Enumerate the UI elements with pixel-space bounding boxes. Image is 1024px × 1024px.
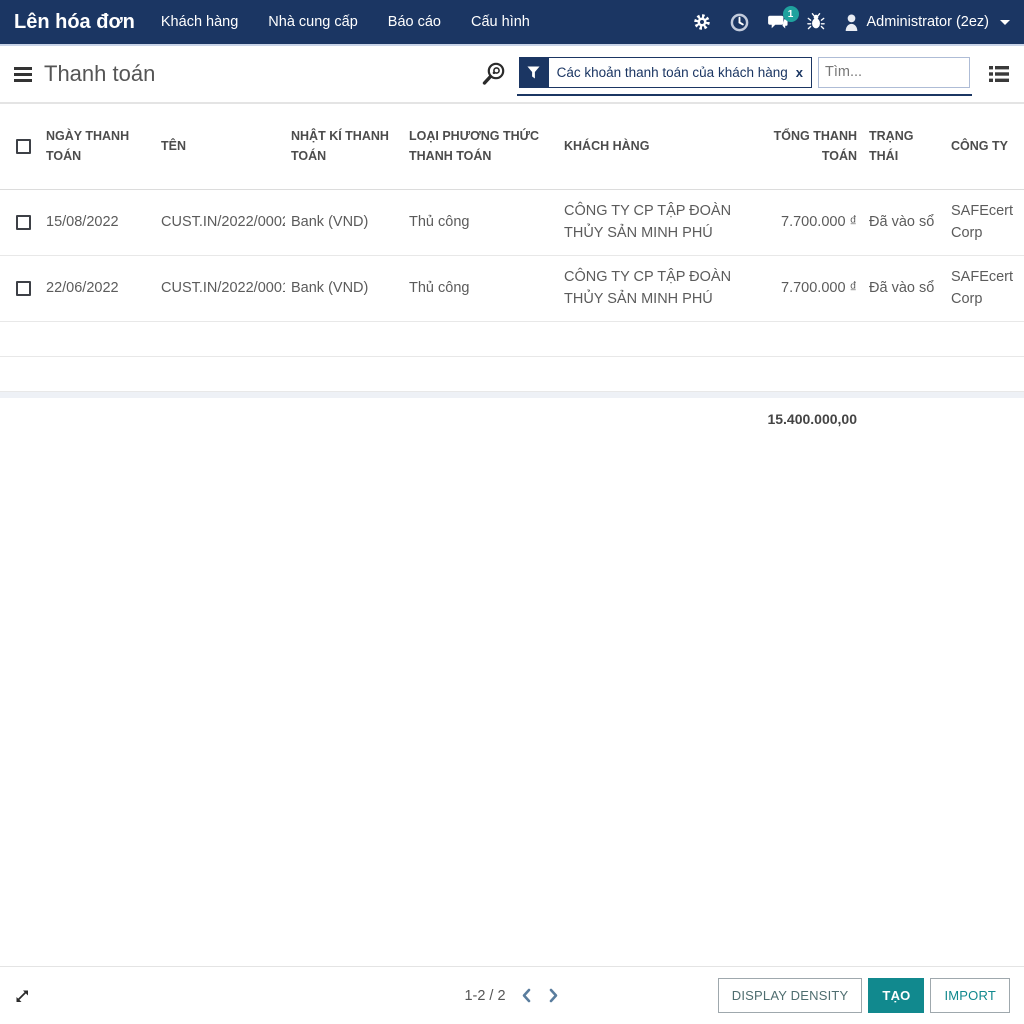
- filter-facet[interactable]: Các khoản thanh toán của khách hàng x: [519, 57, 812, 88]
- menu-config[interactable]: Cấu hình: [471, 14, 530, 30]
- user-name-label: Administrator (2ez): [867, 14, 989, 30]
- messages-icon[interactable]: 1: [768, 13, 788, 31]
- select-all-checkbox[interactable]: [16, 139, 31, 154]
- top-navbar: Lên hóa đơn Khách hàng Nhà cung cấp Báo …: [0, 0, 1024, 46]
- filter-facet-label: Các khoản thanh toán của khách hàng: [557, 65, 788, 80]
- payments-table: NGÀY THANH TOÁN TÊN NHẬT KÍ THANH TOÁN L…: [0, 103, 1024, 442]
- total-amount: 15.400.000,00: [753, 398, 863, 442]
- menu-reports[interactable]: Báo cáo: [388, 14, 441, 30]
- menu-vendors[interactable]: Nhà cung cấp: [268, 14, 357, 30]
- filter-facet-close-icon[interactable]: x: [796, 65, 803, 80]
- app-menu-invoicing[interactable]: Lên hóa đơn: [14, 11, 135, 34]
- chevron-down-icon: [1000, 20, 1010, 25]
- settings-gear-icon[interactable]: [693, 13, 711, 31]
- col-header-company[interactable]: CÔNG TY: [945, 104, 1024, 190]
- search-bar: Các khoản thanh toán của khách hàng x: [517, 53, 972, 96]
- cell-customer: CÔNG TY CP TẬP ĐOÀN THỦY SẢN MINH PHÚ: [558, 190, 753, 256]
- control-bar: Thanh toán Các khoản thanh toán của khác…: [0, 46, 1024, 103]
- table-header-row: NGÀY THANH TOÁN TÊN NHẬT KÍ THANH TOÁN L…: [0, 104, 1024, 190]
- empty-row: [0, 322, 1024, 357]
- bug-icon[interactable]: [807, 13, 825, 31]
- col-header-amount[interactable]: TỔNG THANH TOÁN: [753, 104, 863, 190]
- cell-amount: 7.700.000 ₫: [753, 190, 863, 256]
- cell-journal: Bank (VND): [285, 190, 403, 256]
- cell-company: SAFEcert Corp: [945, 190, 1024, 256]
- col-header-date[interactable]: NGÀY THANH TOÁN: [40, 104, 155, 190]
- list-view-switch-icon[interactable]: [988, 64, 1010, 84]
- navbar-right: 1 Ad: [693, 13, 1010, 32]
- advanced-search-magnifier-icon[interactable]: [479, 59, 509, 89]
- cell-customer: CÔNG TY CP TẬP ĐOÀN THỦY SẢN MINH PHÚ: [558, 256, 753, 322]
- col-header-name[interactable]: TÊN: [155, 104, 285, 190]
- cell-name: CUST.IN/2022/0002: [155, 190, 285, 256]
- cell-date: 15/08/2022: [40, 190, 155, 256]
- cell-method: Thủ công: [403, 190, 558, 256]
- footer-bar: 1-2 / 2 DISPLAY DENSITY TẠO IMPORT: [0, 966, 1024, 1024]
- activities-clock-icon[interactable]: [730, 13, 749, 32]
- table-row[interactable]: 22/06/2022 CUST.IN/2022/0001 Bank (VND) …: [0, 256, 1024, 322]
- search-zone: Các khoản thanh toán của khách hàng x: [479, 53, 1010, 96]
- hamburger-menu-icon[interactable]: [14, 67, 32, 82]
- footer-buttons: DISPLAY DENSITY TẠO IMPORT: [718, 978, 1010, 1013]
- col-header-customer[interactable]: KHÁCH HÀNG: [558, 104, 753, 190]
- cell-amount: 7.700.000 ₫: [753, 256, 863, 322]
- display-density-button[interactable]: DISPLAY DENSITY: [718, 978, 863, 1013]
- cell-name: CUST.IN/2022/0001: [155, 256, 285, 322]
- menu-customers[interactable]: Khách hàng: [161, 14, 238, 30]
- cell-date: 22/06/2022: [40, 256, 155, 322]
- page-title: Thanh toán: [44, 61, 155, 87]
- pager-previous-icon[interactable]: [520, 988, 533, 1003]
- col-header-method[interactable]: LOẠI PHƯƠNG THỨC THANH TOÁN: [403, 104, 558, 190]
- col-header-journal[interactable]: NHẬT KÍ THANH TOÁN: [285, 104, 403, 190]
- empty-row: [0, 357, 1024, 392]
- expand-resize-icon[interactable]: [14, 988, 30, 1004]
- row-checkbox[interactable]: [16, 281, 31, 296]
- col-header-status[interactable]: TRẠNG THÁI: [863, 104, 945, 190]
- import-button[interactable]: IMPORT: [930, 978, 1010, 1013]
- filter-funnel-icon: [519, 57, 549, 88]
- cell-journal: Bank (VND): [285, 256, 403, 322]
- pager-range-label: 1-2 / 2: [464, 988, 505, 1004]
- filter-facet-body: Các khoản thanh toán của khách hàng x: [549, 57, 812, 88]
- cell-company: SAFEcert Corp: [945, 256, 1024, 322]
- row-checkbox[interactable]: [16, 215, 31, 230]
- total-row: 15.400.000,00: [0, 398, 1024, 442]
- create-button[interactable]: TẠO: [868, 978, 924, 1013]
- user-avatar-icon: [844, 14, 859, 31]
- message-count-badge: 1: [783, 6, 799, 22]
- pager-next-icon[interactable]: [547, 988, 560, 1003]
- search-input[interactable]: [818, 57, 970, 88]
- cell-status: Đã vào sổ: [863, 190, 945, 256]
- cell-method: Thủ công: [403, 256, 558, 322]
- main-menu: Khách hàng Nhà cung cấp Báo cáo Cấu hình: [161, 14, 530, 30]
- table-row[interactable]: 15/08/2022 CUST.IN/2022/0002 Bank (VND) …: [0, 190, 1024, 256]
- user-menu[interactable]: Administrator (2ez): [844, 14, 1010, 31]
- cell-status: Đã vào sổ: [863, 256, 945, 322]
